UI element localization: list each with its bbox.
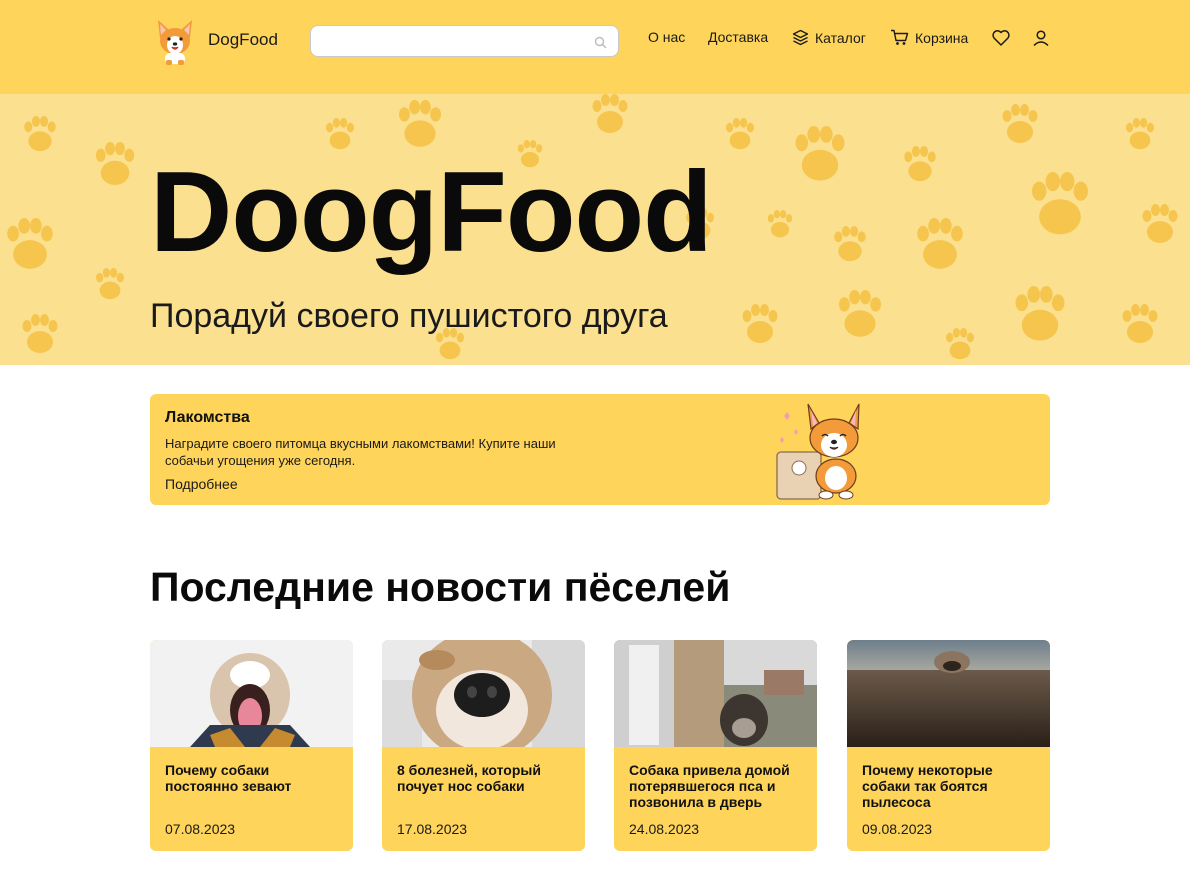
news-image-scared-dog [847, 640, 1050, 747]
nav-delivery[interactable]: Доставка [708, 29, 768, 45]
cart-icon [891, 29, 909, 45]
promo-banner[interactable]: Лакомства Наградите своего питомца вкусн… [150, 394, 1050, 505]
news-card-date: 07.08.2023 [165, 821, 236, 837]
news-card-title: Почему некоторые собаки так боятся пылес… [862, 762, 993, 810]
news-image-doorbell-dog [614, 640, 817, 747]
corgi-treats-illustration [776, 403, 860, 500]
catalog-icon [792, 29, 809, 46]
search-icon[interactable] [594, 36, 607, 49]
news-card[interactable]: Почему собаки постоянно зевают 07.08.202… [150, 640, 353, 851]
promo-more-link[interactable]: Подробнее [165, 476, 238, 492]
news-card-date: 09.08.2023 [862, 821, 933, 837]
news-image-dog-nose [382, 640, 585, 747]
nav-about[interactable]: О нас [648, 29, 685, 45]
news-image-yawning-dog [150, 640, 353, 747]
news-card-title: Собака привела домой потерявшегося пса и… [629, 762, 790, 810]
search-input[interactable] [311, 26, 581, 56]
nav-catalog[interactable]: Каталог [792, 29, 866, 46]
promo-text: Наградите своего питомца вкусными лакомс… [165, 436, 556, 468]
nav-about-label: О нас [648, 29, 686, 45]
news-card[interactable]: 8 болезней, который почует нос собаки 17… [382, 640, 585, 851]
news-section-title: Последние новости пёселей [150, 564, 731, 610]
nav-catalog-label: Каталог [815, 29, 866, 46]
news-card-date: 17.08.2023 [397, 821, 468, 837]
user-icon[interactable] [1031, 28, 1051, 48]
heart-icon[interactable] [991, 28, 1011, 48]
hero-banner: DoogFood Порадуй своего пушистого друга [0, 94, 1190, 365]
hero-subtitle: Порадуй своего пушистого друга [150, 297, 668, 335]
nav-delivery-label: Доставка [708, 29, 769, 45]
corgi-logo[interactable] [154, 16, 196, 66]
nav-cart[interactable]: Корзина [890, 29, 968, 46]
news-card-date: 24.08.2023 [629, 821, 700, 837]
promo-title: Лакомства [165, 409, 250, 426]
hero-title: DoogFood [150, 149, 713, 276]
brand-name[interactable]: DogFood [208, 30, 278, 50]
search-box[interactable] [310, 25, 619, 57]
news-card[interactable]: Собака привела домой потерявшегося пса и… [614, 640, 817, 851]
nav-cart-label: Корзина [915, 29, 969, 46]
news-card-title: 8 болезней, который почует нос собаки [397, 762, 541, 794]
news-card[interactable]: Почему некоторые собаки так боятся пылес… [847, 640, 1050, 851]
news-card-title: Почему собаки постоянно зевают [165, 762, 292, 794]
header: DogFood О нас Доставка Каталог Корзина [0, 0, 1190, 94]
